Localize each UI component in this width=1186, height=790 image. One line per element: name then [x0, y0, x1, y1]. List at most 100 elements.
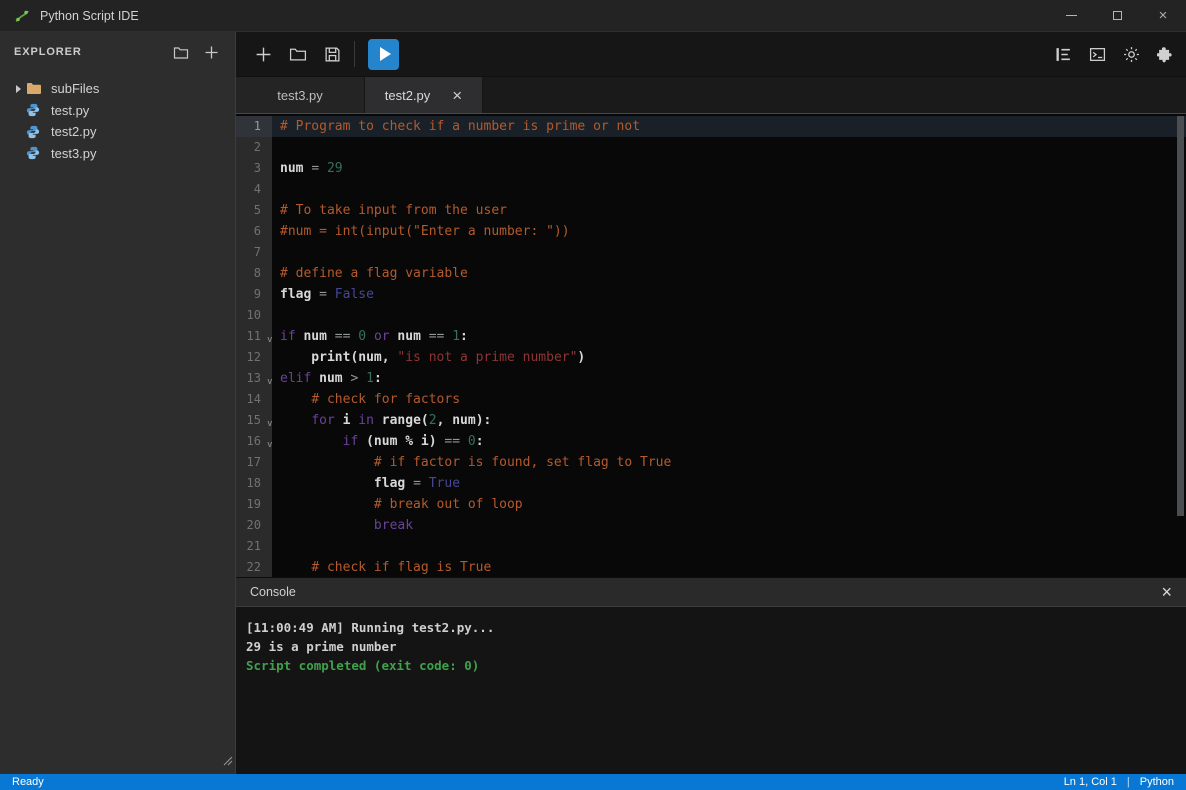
code-line-9[interactable]: 9flag = False — [236, 284, 1186, 305]
chevron-right-icon — [10, 85, 26, 93]
code-line-17[interactable]: 17 # if factor is found, set flag to Tru… — [236, 452, 1186, 473]
code-line-10[interactable]: 10 — [236, 305, 1186, 326]
code-editor[interactable]: 1# Program to check if a number is prime… — [236, 113, 1186, 577]
code-text: # check if flag is True — [272, 557, 1186, 577]
line-number: 16v — [236, 431, 272, 452]
code-line-4[interactable]: 4 — [236, 179, 1186, 200]
explorer-sidebar: EXPLORER subFilestest.pytest2.pytest3.py — [0, 32, 236, 774]
code-text: print(num, "is not a prime number") — [272, 347, 1186, 368]
file-tree: subFiles test.py test2.py test3.py — [0, 78, 235, 164]
python-file-icon — [26, 146, 44, 160]
line-number: 5 — [236, 200, 272, 221]
save-icon[interactable] — [324, 46, 341, 63]
maximize-button[interactable] — [1094, 0, 1140, 31]
code-line-6[interactable]: 6#num = int(input("Enter a number: ")) — [236, 221, 1186, 242]
code-line-21[interactable]: 21 — [236, 536, 1186, 557]
code-line-20[interactable]: 20 break — [236, 515, 1186, 536]
code-line-8[interactable]: 8# define a flag variable — [236, 263, 1186, 284]
line-number: 1 — [236, 116, 272, 137]
theme-sun-icon[interactable] — [1123, 46, 1140, 63]
minimize-icon — [1066, 15, 1077, 16]
code-text — [272, 536, 1186, 557]
run-button[interactable] — [368, 39, 399, 70]
minimize-button[interactable] — [1048, 0, 1094, 31]
content-area: EXPLORER subFilestest.pytest2.pytest3.py — [0, 32, 1186, 774]
code-text: # if factor is found, set flag to True — [272, 452, 1186, 473]
console-line: [11:00:49 AM] Running test2.py... — [246, 618, 1176, 637]
code-line-14[interactable]: 14 # check for factors — [236, 389, 1186, 410]
code-text — [272, 242, 1186, 263]
tab-label: test2.py — [385, 88, 431, 103]
console-line: Script completed (exit code: 0) — [246, 656, 1176, 675]
explorer-actions — [173, 45, 219, 60]
file-item-test3-py[interactable]: test3.py — [0, 143, 235, 165]
line-number: 2 — [236, 137, 272, 158]
open-folder-icon[interactable] — [289, 46, 307, 62]
status-language[interactable]: Python — [1140, 776, 1174, 788]
toolbar-separator — [354, 41, 355, 67]
code-line-13[interactable]: 13velif num > 1: — [236, 368, 1186, 389]
title-bar: Python Script IDE × — [0, 0, 1186, 32]
terminal-icon[interactable] — [1089, 46, 1106, 63]
line-number: 22 — [236, 557, 272, 577]
code-text: flag = True — [272, 473, 1186, 494]
console-panel: Console × [11:00:49 AM] Running test2.py… — [236, 577, 1186, 774]
new-file-plus-icon[interactable] — [204, 45, 219, 60]
code-line-3[interactable]: 3num = 29 — [236, 158, 1186, 179]
python-file-icon — [26, 125, 44, 139]
code-text: num = 29 — [272, 158, 1186, 179]
format-list-icon[interactable] — [1055, 46, 1072, 63]
line-number: 13v — [236, 368, 272, 389]
line-number: 9 — [236, 284, 272, 305]
code-line-2[interactable]: 2 — [236, 137, 1186, 158]
code-line-18[interactable]: 18 flag = True — [236, 473, 1186, 494]
code-text — [272, 137, 1186, 158]
code-text — [272, 179, 1186, 200]
code-text: # define a flag variable — [272, 263, 1186, 284]
code-text: # Program to check if a number is prime … — [272, 116, 1186, 137]
tab-close-icon[interactable]: × — [452, 87, 462, 104]
resize-grip-icon[interactable] — [221, 753, 233, 771]
status-cursor-position[interactable]: Ln 1, Col 1 — [1064, 776, 1117, 788]
file-item-test2-py[interactable]: test2.py — [0, 121, 235, 143]
line-number: 4 — [236, 179, 272, 200]
file-label: test.py — [51, 103, 89, 118]
line-number: 3 — [236, 158, 272, 179]
new-file-plus-icon[interactable] — [255, 46, 272, 63]
status-separator: | — [1127, 776, 1130, 788]
code-text: if (num % i) == 0: — [272, 431, 1186, 452]
code-text: elif num > 1: — [272, 368, 1186, 389]
app-logo-icon — [14, 8, 30, 24]
open-folder-icon[interactable] — [173, 45, 189, 60]
toolbar-right-group — [1055, 46, 1174, 63]
close-icon: × — [1159, 7, 1168, 24]
console-close-icon[interactable]: × — [1161, 583, 1172, 601]
line-number: 6 — [236, 221, 272, 242]
code-line-5[interactable]: 5# To take input from the user — [236, 200, 1186, 221]
extensions-puzzle-icon[interactable] — [1157, 46, 1174, 63]
line-number: 12 — [236, 347, 272, 368]
close-button[interactable]: × — [1140, 0, 1186, 31]
file-label: test3.py — [51, 146, 97, 161]
file-item-subFiles[interactable]: subFiles — [0, 78, 235, 100]
line-number: 15v — [236, 410, 272, 431]
code-line-19[interactable]: 19 # break out of loop — [236, 494, 1186, 515]
editor-scrollbar[interactable] — [1177, 116, 1184, 516]
code-text: # To take input from the user — [272, 200, 1186, 221]
tab-test3[interactable]: test3.py — [236, 77, 365, 113]
code-line-12[interactable]: 12 print(num, "is not a prime number") — [236, 347, 1186, 368]
code-line-7[interactable]: 7 — [236, 242, 1186, 263]
code-line-11[interactable]: 11vif num == 0 or num == 1: — [236, 326, 1186, 347]
python-file-icon — [26, 103, 44, 117]
code-line-1[interactable]: 1# Program to check if a number is prime… — [236, 116, 1186, 137]
line-number: 11v — [236, 326, 272, 347]
code-line-15[interactable]: 15v for i in range(2, num): — [236, 410, 1186, 431]
file-item-test-py[interactable]: test.py — [0, 100, 235, 122]
tab-test2[interactable]: test2.py × — [365, 77, 483, 113]
status-right-group: Ln 1, Col 1 | Python — [1064, 776, 1174, 788]
code-text: flag = False — [272, 284, 1186, 305]
code-line-22[interactable]: 22 # check if flag is True — [236, 557, 1186, 577]
code-line-16[interactable]: 16v if (num % i) == 0: — [236, 431, 1186, 452]
console-header: Console × — [236, 577, 1186, 607]
status-bar: Ready Ln 1, Col 1 | Python — [0, 774, 1186, 790]
